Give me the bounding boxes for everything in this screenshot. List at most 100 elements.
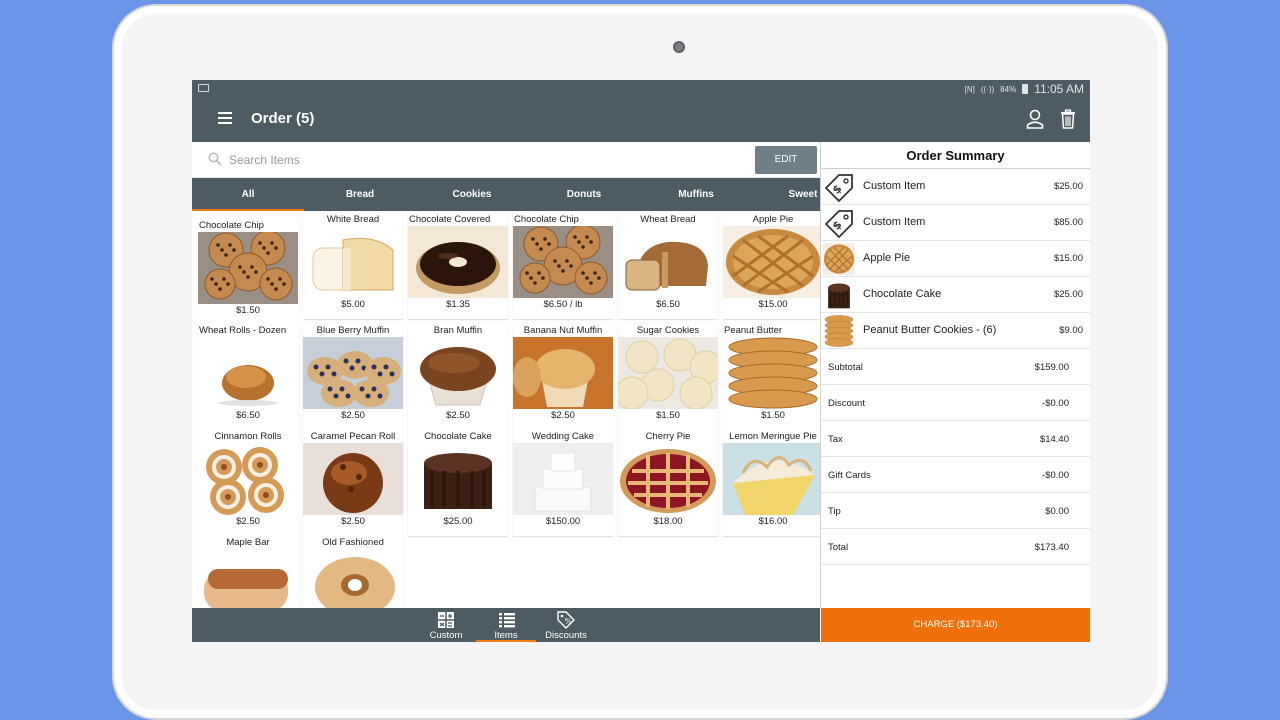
order-item-name: Apple Pie: [863, 252, 911, 264]
total-value: $173.40: [1034, 542, 1069, 553]
list-icon: [499, 613, 515, 628]
total-row-gift-cards: Gift Cards -$0.00: [821, 457, 1090, 493]
search-bar: EDIT: [192, 142, 820, 178]
item-name: Chocolate Chip: [514, 214, 579, 225]
nav-discounts[interactable]: % Discounts: [542, 608, 590, 642]
item-image: [198, 549, 298, 608]
item-image: [618, 226, 718, 298]
category-tab[interactable]: Bread: [304, 178, 416, 211]
item-image: [408, 443, 508, 515]
item-tile[interactable]: Chocolate Chip $1.50: [198, 219, 298, 325]
page-title: Order (5): [251, 110, 315, 127]
order-line-item[interactable]: $ Custom Item $25.00: [821, 169, 1090, 205]
item-tile[interactable]: Maple Bar: [198, 536, 298, 608]
item-tile[interactable]: Old Fashioned: [303, 536, 403, 608]
category-tab[interactable]: Muffins: [640, 178, 752, 211]
item-tile[interactable]: Apple Pie $15.00: [723, 213, 820, 319]
category-tab[interactable]: Sweet R: [752, 178, 820, 211]
item-image: [198, 337, 298, 409]
item-tile[interactable]: Caramel Pecan Roll $2.50: [303, 430, 403, 536]
order-item-name: Peanut Butter Cookies - (6): [863, 324, 997, 336]
item-price: $2.50: [341, 410, 365, 421]
nav-custom[interactable]: Custom: [422, 608, 470, 642]
total-row-tax: Tax $14.40: [821, 421, 1090, 457]
order-item-amount: $25.00: [1053, 289, 1083, 300]
item-price: $2.50: [341, 516, 365, 527]
item-name: Chocolate Covered: [409, 214, 491, 225]
item-tile[interactable]: Blue Berry Muffin $2.50: [303, 324, 403, 430]
item-name: Apple Pie: [752, 214, 794, 225]
total-row-subtotal: Subtotal $159.00: [821, 349, 1090, 385]
price-tag-icon: $: [823, 207, 855, 239]
battery-icon: [1022, 84, 1029, 94]
charge-button[interactable]: CHARGE ($173.40): [821, 608, 1090, 642]
item-image: [408, 337, 508, 409]
item-image: [513, 226, 613, 298]
status-time: 11:05 AM: [1034, 82, 1084, 96]
item-tile[interactable]: Lemon Meringue Pie $16.00: [723, 430, 820, 536]
item-tile[interactable]: Peanut Butter $1.50: [723, 324, 820, 430]
nav-items[interactable]: Items: [476, 608, 536, 642]
trash-icon[interactable]: [1060, 109, 1076, 129]
search-icon: [208, 152, 222, 166]
item-tile[interactable]: Chocolate Covered $1.35: [408, 213, 508, 319]
item-price: $1.50: [236, 305, 260, 316]
item-name: Sugar Cookies: [636, 325, 700, 336]
item-price: $2.50: [236, 516, 260, 527]
bottom-nav: Custom Items % Discounts: [192, 608, 820, 642]
item-image: [303, 226, 403, 298]
category-tab[interactable]: Cookies: [416, 178, 528, 211]
item-name: White Bread: [326, 214, 380, 225]
item-name: Lemon Meringue Pie: [729, 431, 817, 442]
item-tile[interactable]: Banana Nut Muffin $2.50: [513, 324, 613, 430]
nfc-icon: [N]: [964, 84, 975, 94]
notification-icon: [198, 84, 209, 92]
item-price: $16.00: [758, 516, 788, 527]
item-name: Old Fashioned: [322, 537, 384, 548]
category-tab[interactable]: All: [192, 178, 304, 211]
item-tile[interactable]: Wheat Rolls - Dozen $6.50: [198, 324, 298, 430]
item-tile[interactable]: White Bread $5.00: [303, 213, 403, 319]
item-tile[interactable]: Cherry Pie $18.00: [618, 430, 718, 536]
category-tab[interactable]: Donuts: [528, 178, 640, 211]
discount-tag-icon: %: [557, 611, 575, 629]
order-item-name: Custom Item: [863, 180, 926, 192]
nav-discounts-label: Discounts: [545, 630, 587, 641]
battery-level: 84%: [1000, 84, 1017, 94]
item-tile[interactable]: Chocolate Cake $25.00: [408, 430, 508, 536]
item-image: [303, 337, 403, 409]
camera-icon: [673, 41, 685, 53]
item-image: [723, 226, 820, 298]
calculator-icon: [438, 612, 454, 628]
order-line-item[interactable]: Peanut Butter Cookies - (6) $9.00: [821, 313, 1090, 349]
item-name: Wheat Bread: [640, 214, 696, 225]
item-tile[interactable]: Wheat Bread $6.50: [618, 213, 718, 319]
item-name: Cinnamon Rolls: [214, 431, 282, 442]
item-tile[interactable]: Cinnamon Rolls $2.50: [198, 430, 298, 536]
menu-icon[interactable]: [218, 112, 232, 124]
item-price: $5.00: [341, 299, 365, 310]
item-name: Wedding Cake: [531, 431, 595, 442]
total-value: -$0.00: [1042, 470, 1069, 481]
total-row-total: Total $173.40: [821, 529, 1090, 565]
item-image: [618, 443, 718, 515]
svg-text:%: %: [565, 617, 573, 626]
item-tile[interactable]: Chocolate Chip $6.50 / lb: [513, 213, 613, 319]
status-bar: [N] ((·)) 84% 11:05 AM: [192, 80, 1090, 98]
order-item-thumbnail: [823, 243, 855, 275]
total-row-tip: Tip $0.00: [821, 493, 1090, 529]
item-price: $15.00: [758, 299, 788, 310]
user-icon[interactable]: [1026, 109, 1044, 129]
search-input[interactable]: [229, 150, 729, 170]
item-name: Blue Berry Muffin: [316, 325, 390, 336]
order-line-item[interactable]: Apple Pie $15.00: [821, 241, 1090, 277]
item-tile[interactable]: Bran Muffin $2.50: [408, 324, 508, 430]
item-tile[interactable]: Wedding Cake $150.00: [513, 430, 613, 536]
item-tile[interactable]: Sugar Cookies $1.50: [618, 324, 718, 430]
order-line-item[interactable]: Chocolate Cake $25.00: [821, 277, 1090, 313]
item-image: [303, 549, 403, 608]
edit-button[interactable]: EDIT: [755, 146, 817, 174]
item-image: [618, 337, 718, 409]
order-line-item[interactable]: $ Custom Item $85.00: [821, 205, 1090, 241]
total-label: Tax: [828, 434, 843, 445]
